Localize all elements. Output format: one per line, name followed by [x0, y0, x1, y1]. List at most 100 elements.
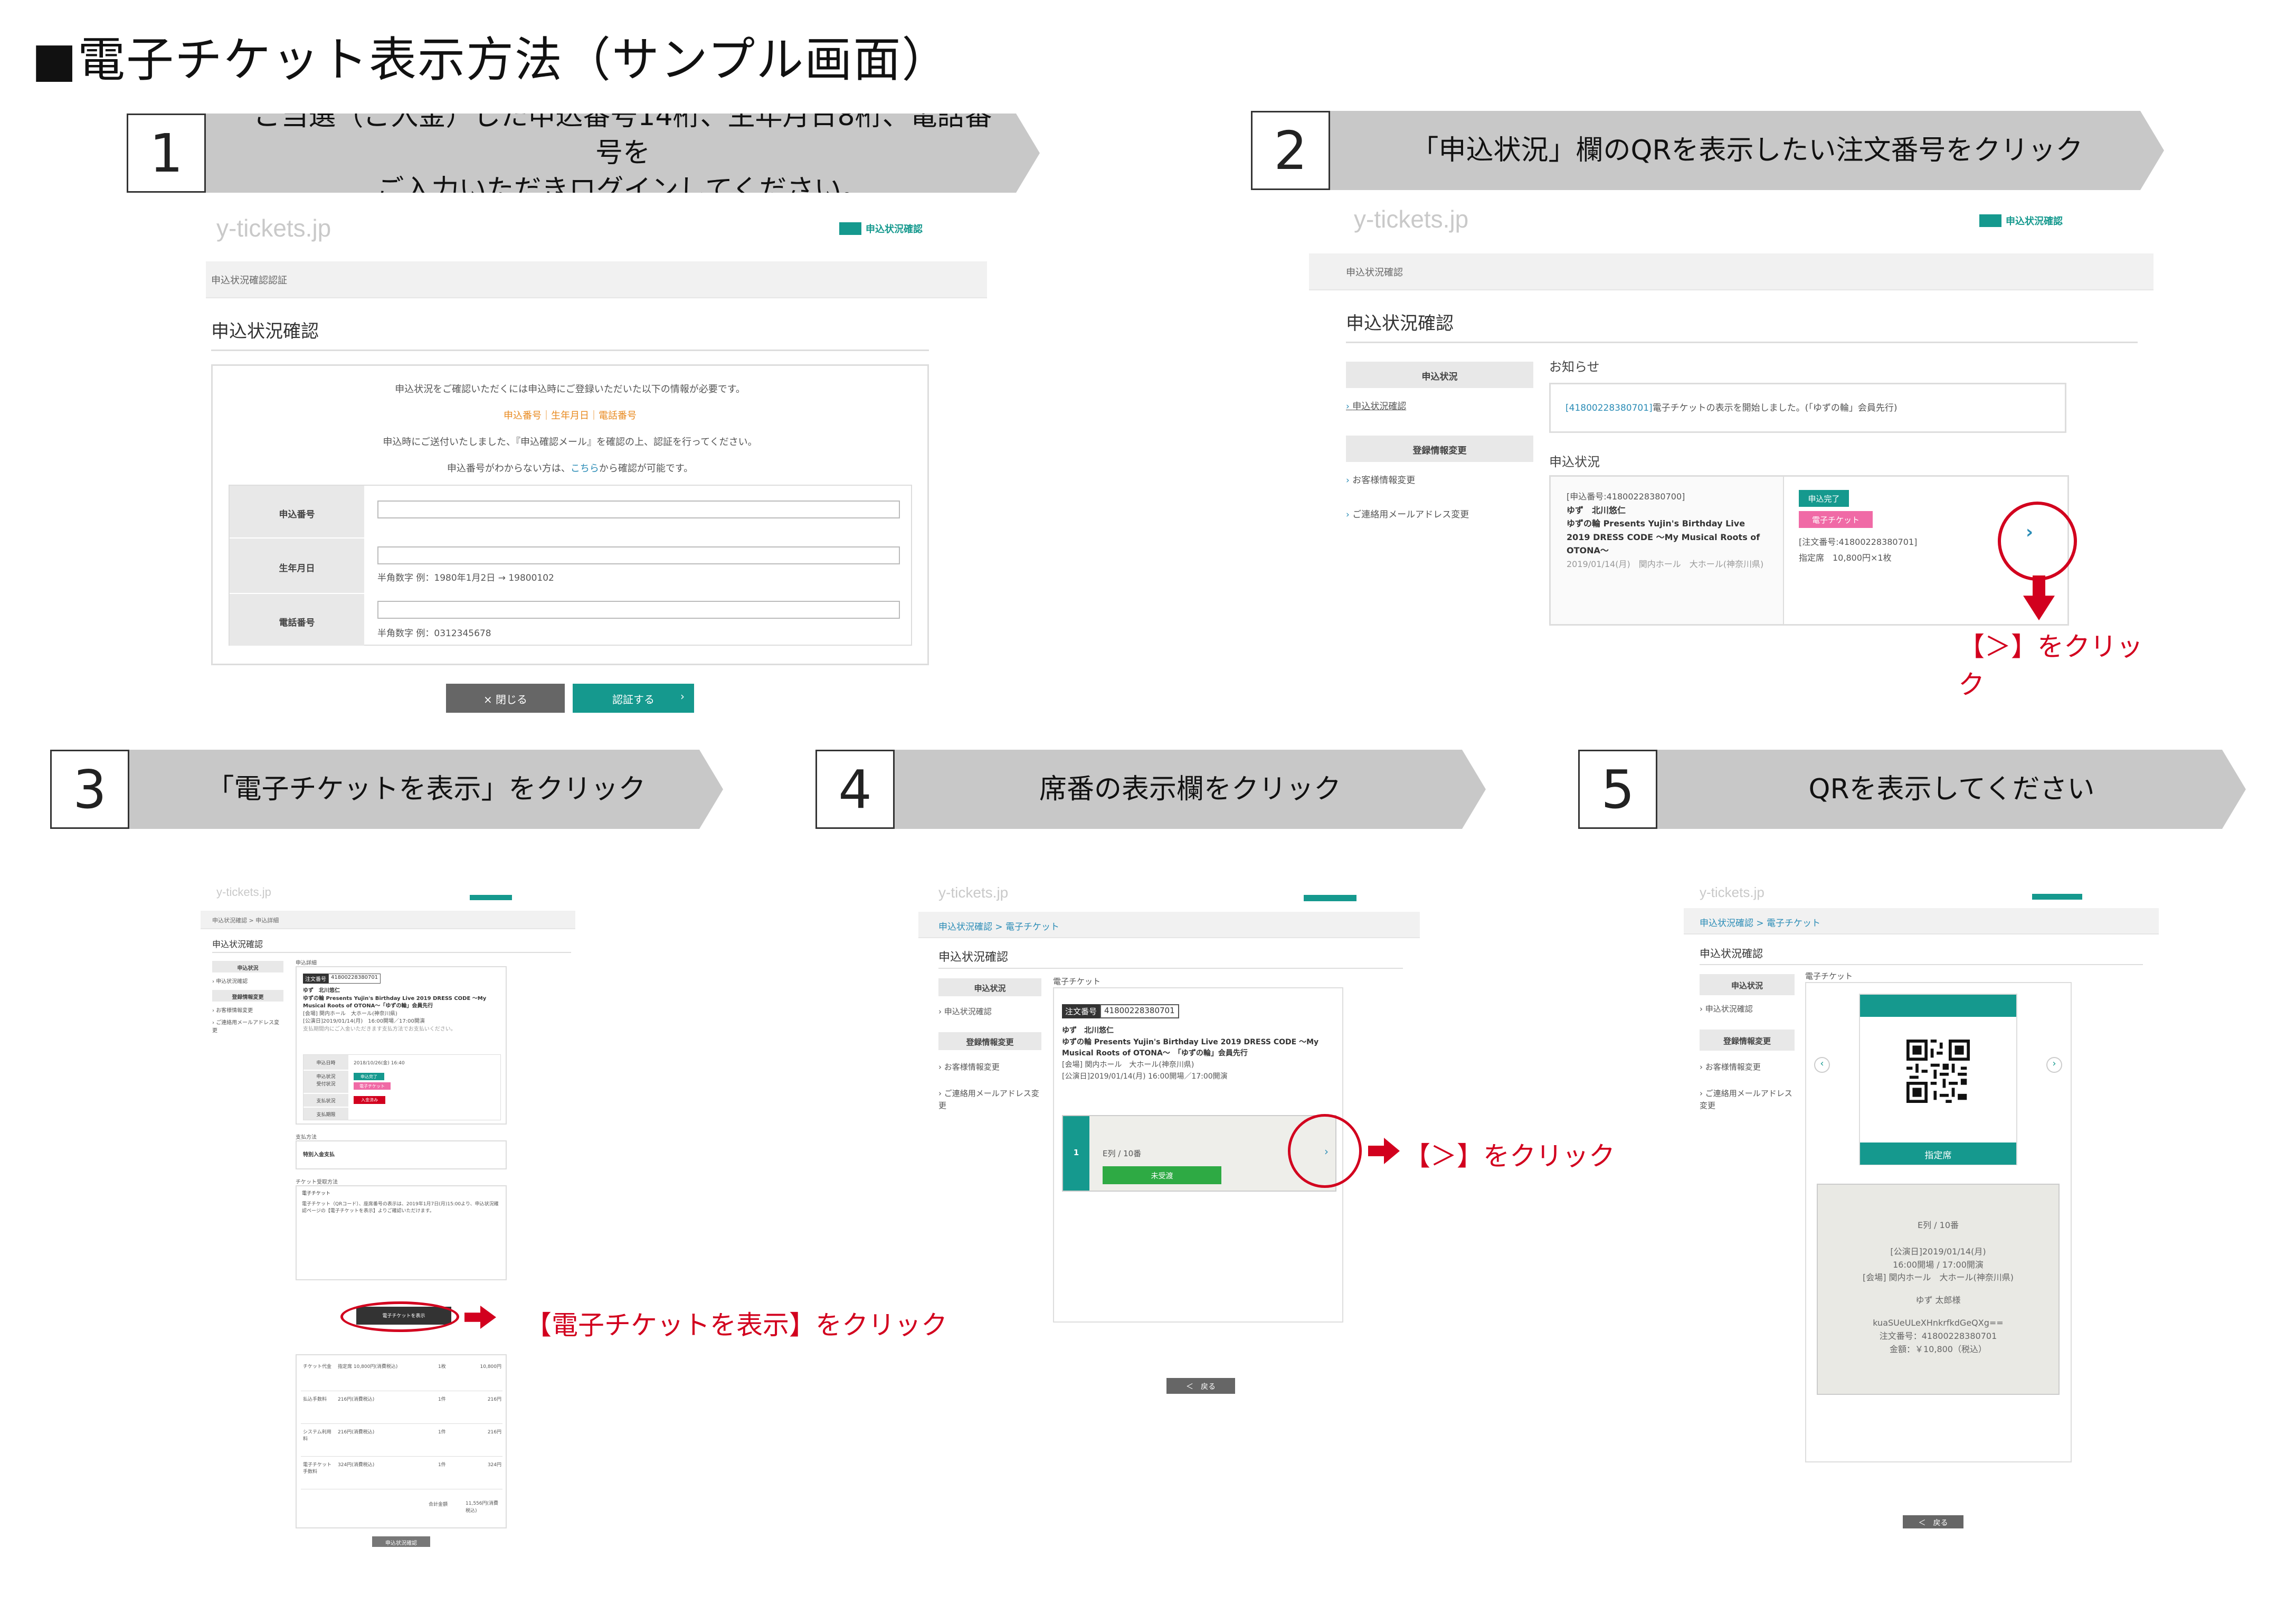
side-link-mail[interactable]: › ご連絡用メールアドレス変更 — [1346, 507, 1469, 520]
side-reg-heading: 登録情報変更 — [1346, 436, 1533, 462]
detail-title: 申込詳細 — [296, 960, 317, 966]
artist: ゆず 北川悠仁 — [1567, 505, 1626, 515]
side-link-status[interactable]: › 申込状況確認 — [1700, 1003, 1753, 1014]
side-link-customer[interactable]: › お客様情報変更 — [938, 1061, 1000, 1072]
side-link-status[interactable]: › 申込状況確認 — [1346, 399, 1406, 412]
recv-method: 電子チケット — [302, 1191, 331, 1196]
side-link-customer[interactable]: › お客様情報変更 — [1700, 1061, 1761, 1072]
side-link-customer[interactable]: › お客様情報変更 — [212, 1006, 253, 1014]
side-link-status[interactable]: › 申込状況確認 — [212, 977, 248, 985]
news-box: [41800228380701]電子チケットの表示を開始しました。(「ゆずの輪」… — [1549, 383, 2066, 433]
click-callout-3: 【電子チケットを表示】をクリック — [525, 1310, 947, 1340]
pay-method: 特別入金支払 — [296, 1140, 507, 1169]
side-status-heading: 申込状況 — [212, 961, 283, 972]
step-text: 「申込状況」欄のQRを表示したい注文番号をクリック — [1330, 111, 2164, 190]
step-number: 4 — [815, 750, 895, 829]
side-link-mail[interactable]: › ご連絡用メールアドレス変更 — [1700, 1088, 1795, 1111]
header-status-link[interactable]: 申込状況確認 — [839, 222, 923, 235]
order-label: 注文番号 — [303, 974, 328, 984]
header-status-link[interactable]: 申込状況確認 — [1979, 214, 2063, 228]
back-button[interactable]: ＜ 戻る — [1166, 1378, 1235, 1394]
event-name: ゆずの輪 Presents Yujin's Birthday Live 2019… — [1567, 518, 1760, 556]
lookup-link[interactable]: こちら — [571, 463, 599, 474]
order-number: [注文番号:41800228380701] — [1799, 537, 1918, 547]
highlight-circle — [1288, 1114, 1362, 1188]
arrow-right-icon — [464, 1306, 496, 1329]
page-heading: 申込状況確認 — [938, 948, 1403, 969]
highlight-circle — [1998, 502, 2077, 581]
fee-price: 216円 — [487, 1430, 501, 1435]
payment-note: 支払期間内にご入金いただきます支払方法でお支払いください。 — [303, 1026, 456, 1032]
fee-name: システム利用料 — [303, 1430, 331, 1442]
order-card[interactable]: [申込番号:41800228380700] ゆず 北川悠仁 ゆずの輪 Prese… — [1549, 475, 2069, 626]
page-heading: 申込状況確認 — [1700, 945, 2143, 965]
step-5-header: 5 QRを表示してください — [1578, 750, 2246, 829]
news-order-link[interactable]: [41800228380701] — [1566, 403, 1653, 413]
label-tel: 電話番号 — [230, 594, 364, 646]
venue: [会場] 関内ホール 大ホール(神奈川県) — [1062, 1061, 1194, 1070]
auth-table: 申込番号 生年月日 半角数字 例：1980年1月2日 → 19800102 電話… — [229, 485, 912, 646]
event-name: ゆずの輪 Presents Yujin's Birthday Live 2019… — [1062, 1037, 1319, 1058]
side-link-customer[interactable]: › お客様情報変更 — [1346, 473, 1415, 486]
side-link-status[interactable]: › 申込状況確認 — [938, 1006, 992, 1017]
venue: [会場] 関内ホール 大ホール(神奈川県) — [303, 1011, 397, 1017]
fee-qty: 1件 — [438, 1430, 446, 1435]
tel-hint: 半角数字 例：0312345678 — [377, 628, 491, 639]
order-no: [申込番号:41800228380700] — [1567, 492, 1685, 502]
step-1-header: 1 ご当選（ご入金）した申込番号14桁、生年月日8桁、電話番号を ご入力いただき… — [127, 114, 1040, 193]
header-status-link[interactable] — [1304, 895, 1356, 901]
header-status-link[interactable] — [2032, 894, 2082, 900]
event-date: [公演日]2019/01/14(月) 16:00開場／17:00開演 — [303, 1018, 425, 1024]
auth-form: 申込状況をご確認いただくには申込時にご登録いただいた以下の情報が必要です。 申込… — [211, 364, 929, 665]
fee-name: 払込手数料 — [303, 1397, 327, 1402]
venue: [会場] 関内ホール 大ホール(神奈川県) — [1862, 1272, 2014, 1283]
site-logo: y-tickets.jp — [938, 884, 1009, 901]
back-button[interactable]: ＜ 戻る — [1903, 1515, 1963, 1528]
event-date: [公演日]2019/01/14(月) 16:00開場／17:00開演 — [1062, 1072, 1228, 1081]
site-logo: y-tickets.jp — [216, 885, 271, 899]
chevron-right-icon[interactable]: › — [2046, 1057, 2062, 1073]
qr-box: ‹ › 指定席 E列 / 10番 [公演日]2019/01/14(月) 16:0… — [1805, 982, 2072, 1462]
birthdate-input[interactable] — [377, 546, 900, 564]
step-text: 席番の表示欄をクリック — [895, 750, 1486, 829]
artist: ゆず 北川悠仁 — [1062, 1026, 1114, 1035]
close-button[interactable]: × 閉じる — [446, 684, 565, 713]
side-link-mail[interactable]: › ご連絡用メールアドレス変更 — [212, 1019, 281, 1035]
side-link-mail[interactable]: › ご連絡用メールアドレス変更 — [938, 1088, 1044, 1111]
total-label: 合計金額 — [429, 1502, 448, 1507]
breadcrumb: 申込状況確認 > 電子チケット — [918, 912, 1420, 938]
step-4-header: 4 席番の表示欄をクリック — [815, 750, 1486, 829]
holder-name: ゆず 太郎様 — [1915, 1295, 1961, 1306]
auth-button[interactable]: 認証する › — [573, 684, 694, 713]
order-no-input[interactable] — [377, 501, 900, 518]
phone-input[interactable] — [377, 601, 900, 619]
event-name: ゆずの輪 Presents Yujin's Birthday Live 2019… — [303, 995, 487, 1009]
seat-type-label: 指定席 — [1860, 1143, 2016, 1165]
intro-text: 申込状況をご確認いただくには申込時にご登録いただいた以下の情報が必要です。 — [395, 384, 745, 395]
screen-2-status: y-tickets.jp 申込状況確認 申込状況確認 申込状況確認 申込状況 ›… — [1309, 195, 2153, 700]
header-status-link[interactable] — [470, 895, 512, 900]
fee-qty: 1枚 — [438, 1364, 446, 1370]
ticket-detail: E列 / 10番 [公演日]2019/01/14(月) 16:00開場 / 17… — [1817, 1184, 2060, 1395]
breadcrumb: 申込状況確認 > 電子チケット — [1684, 908, 2159, 934]
fee-qty: 1件 — [438, 1462, 446, 1468]
recv-text: 電子チケット（QRコード）、座席番号の表示は、2019年1月7日(月)15:00… — [302, 1201, 499, 1214]
site-logo: y-tickets.jp — [1700, 884, 1764, 900]
pay-title: 支払方法 — [296, 1135, 317, 1140]
site-logo: y-tickets.jp — [1354, 205, 1469, 233]
note-mail: 申込時にご送付いたしました、『申込確認メール』を確認の上、認証を行ってください。 — [383, 437, 757, 448]
side-reg-heading: 登録情報変更 — [938, 1032, 1041, 1050]
fee-name: チケット代金 — [303, 1364, 332, 1370]
screen-4-eticket: y-tickets.jp 申込状況確認 > 電子チケット 申込状況確認 申込状況… — [918, 879, 1615, 1407]
side-reg-heading: 登録情報変更 — [212, 990, 283, 1002]
news-title: お知らせ — [1549, 360, 1600, 374]
breadcrumb: 申込状況確認認証 — [206, 261, 987, 298]
screen-5-qr: y-tickets.jp 申込状況確認 > 電子チケット 申込状況確認 申込状況… — [1684, 879, 2169, 1544]
back-status-button[interactable]: 申込状況確認 — [372, 1536, 430, 1547]
chevron-left-icon[interactable]: ‹ — [1814, 1057, 1830, 1073]
badge-complete: 申込完了 — [1799, 490, 1849, 507]
section-title: 電子チケット — [1805, 971, 1853, 981]
page-title: ■電子チケット表示方法（サンプル画面） — [32, 32, 951, 88]
breadcrumb: 申込状況確認 — [1309, 253, 2153, 290]
qr-code — [1906, 1040, 1970, 1103]
